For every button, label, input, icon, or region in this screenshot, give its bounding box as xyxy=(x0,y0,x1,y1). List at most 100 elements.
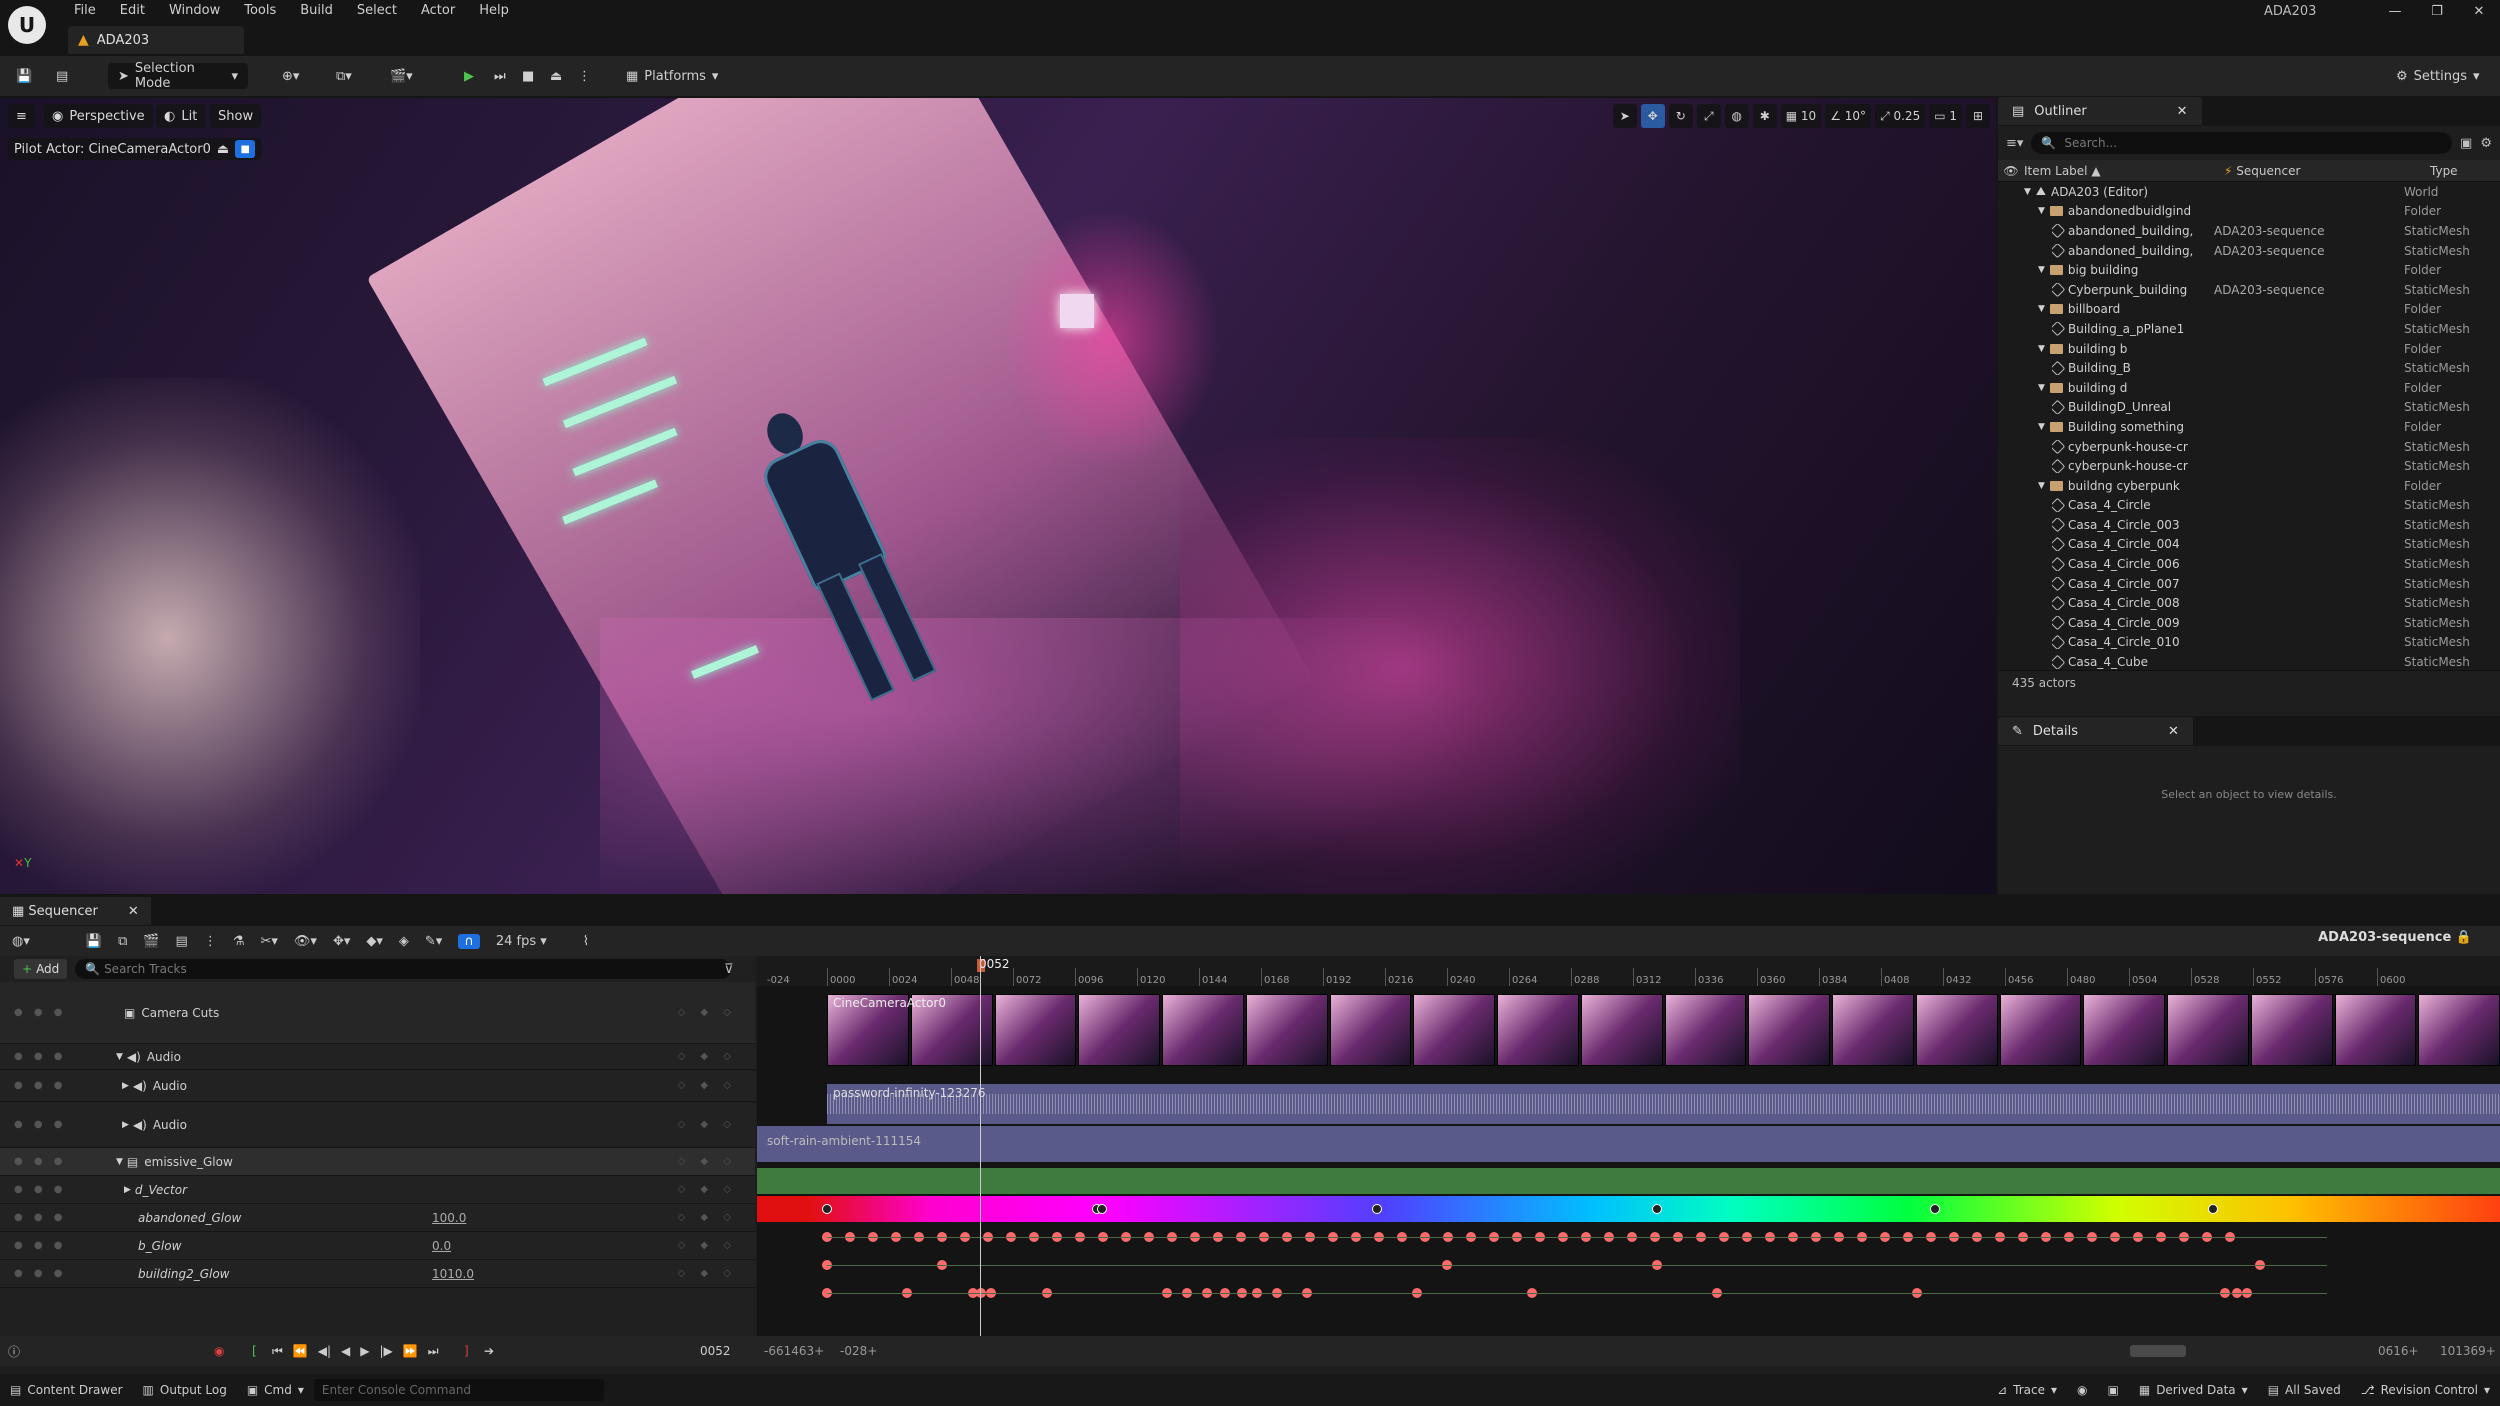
expand-arrow-icon[interactable]: ▼ xyxy=(2024,187,2031,197)
audio-clip-1[interactable]: password-infinity-123276 xyxy=(827,1084,2500,1124)
select-tool-icon[interactable]: ➤ xyxy=(1612,104,1637,128)
outliner-row[interactable]: Casa_4_Circle StaticMesh xyxy=(1998,496,2500,516)
time-ruler[interactable]: -024 0000 0024 0048 0072 0096 0120 0144 0168 0192… xyxy=(757,956,2500,986)
lock-icon[interactable]: ● ● ● xyxy=(14,1156,67,1167)
close-icon[interactable]: ✕ xyxy=(2458,0,2500,22)
track-d-vector[interactable]: ● ● ● ▶ d_Vector ◇ ◆ ◇ xyxy=(0,1176,755,1204)
brush-icon[interactable]: ✎▾ xyxy=(425,934,442,949)
cinematics-button[interactable]: 🎬▾ xyxy=(390,63,413,89)
outliner-row[interactable]: Building_a_pPlane1 StaticMesh xyxy=(1998,319,2500,339)
expand-arrow-icon[interactable]: ▼ xyxy=(2038,304,2045,314)
camera-icon[interactable]: ■ xyxy=(235,140,256,158)
audio-clip-2[interactable]: soft-rain-ambient-111154 xyxy=(757,1126,2500,1162)
document-tab[interactable]: ▲ ADA203 xyxy=(68,26,244,54)
step-back-icon[interactable]: ◀| xyxy=(318,1344,331,1359)
lock-icon[interactable]: ● ● ● xyxy=(14,1080,67,1091)
platforms-button[interactable]: ▦ Platforms ▾ xyxy=(626,63,718,89)
track-audio[interactable]: ● ● ● ▶ ◀) Audio ◇ ◆ ◇ xyxy=(0,1070,755,1102)
outliner-row[interactable]: cyberpunk-house-cr StaticMesh xyxy=(1998,437,2500,457)
expand-arrow-icon[interactable]: ▼ xyxy=(2038,206,2045,216)
content-drawer-button[interactable]: ▤ Content Drawer xyxy=(0,1383,133,1397)
scale-snap-button[interactable]: ⤢ 0.25 xyxy=(1875,104,1926,128)
outliner-row[interactable]: Casa_4_Circle_006 StaticMesh xyxy=(1998,554,2500,574)
key-controls-icon[interactable]: ◇ ◆ ◇ xyxy=(678,1007,737,1018)
outliner-row[interactable]: ▼ ⛰ ADA203 (Editor) World xyxy=(1998,182,2500,202)
outliner-row[interactable]: ▼ buildng cyberpunk Folder xyxy=(1998,476,2500,496)
keyframe[interactable] xyxy=(1097,1204,1107,1214)
timeline-scrollbar[interactable] xyxy=(2130,1345,2186,1357)
screenshot-icon[interactable]: ▣ xyxy=(2098,1383,2129,1397)
expand-arrow-icon[interactable]: ▶ xyxy=(122,1120,129,1130)
lock-icon[interactable]: ● ● ● xyxy=(14,1051,67,1062)
keyframe[interactable] xyxy=(822,1204,832,1214)
expand-arrow-icon[interactable]: ▼ xyxy=(116,1157,123,1167)
blueprint-button[interactable]: ⧉▾ xyxy=(336,63,352,89)
key-controls-icon[interactable]: ◇ ◆ ◇ xyxy=(678,1080,737,1091)
render-movie-icon[interactable]: 🎬 xyxy=(143,934,159,949)
rotate-tool-icon[interactable]: ↻ xyxy=(1668,104,1693,128)
view-start[interactable]: -661463+ xyxy=(764,1344,824,1358)
track-audio[interactable]: ● ● ● ▼ ◀) Audio ◇ ◆ ◇ xyxy=(0,1044,755,1070)
outliner-row[interactable]: Casa_4_Circle_010 StaticMesh xyxy=(1998,633,2500,653)
key-controls-icon[interactable]: ◇ ◆ ◇ xyxy=(678,1119,737,1130)
vector-color-section[interactable] xyxy=(757,1196,2500,1222)
filter-icon[interactable]: ⊽ xyxy=(724,962,734,977)
close-icon[interactable]: ✕ xyxy=(2177,104,2188,119)
directional-light-icon[interactable] xyxy=(1060,294,1094,328)
trace-button[interactable]: ⊿ Trace ▾ xyxy=(1987,1383,2067,1397)
more-options-icon[interactable]: ⋮ xyxy=(204,934,217,949)
viewport-menu-button[interactable]: ≡ xyxy=(8,104,35,128)
add-track-button[interactable]: + Add xyxy=(14,959,68,979)
track-value[interactable]: 1010.0 xyxy=(432,1267,474,1281)
keyframe[interactable] xyxy=(1930,1204,1940,1214)
loop-icon[interactable]: ➔ xyxy=(484,1344,494,1358)
step-icon[interactable]: ⏭ xyxy=(494,63,506,89)
track-audio[interactable]: ● ● ● ▶ ◀) Audio ◇ ◆ ◇ xyxy=(0,1102,755,1148)
stop-icon[interactable]: ■ xyxy=(522,63,534,89)
expand-arrow-icon[interactable]: ▼ xyxy=(116,1052,123,1062)
viewport-layout-icon[interactable]: ⊞ xyxy=(1966,104,1990,128)
camera-cut-clip[interactable] xyxy=(827,994,2500,1066)
track-building2-glow[interactable]: ● ● ● building2_Glow 1010.0 ◇ ◆ ◇ xyxy=(0,1260,755,1288)
go-to-start-icon[interactable]: ⏮ xyxy=(272,1344,283,1359)
lock-icon[interactable]: ● ● ● xyxy=(14,1184,67,1195)
menu-item-tools[interactable]: Tools xyxy=(232,0,288,22)
more-options-icon[interactable]: ⋮ xyxy=(578,63,591,89)
tools-icon[interactable]: ✂▾ xyxy=(261,934,278,949)
view-end[interactable]: 101369+ xyxy=(2440,1344,2496,1358)
outliner-row[interactable]: Casa_4_Cube StaticMesh xyxy=(1998,652,2500,670)
console-input[interactable]: Enter Console Command xyxy=(313,1379,604,1401)
details-tab[interactable]: ✎ Details ✕ xyxy=(1998,717,2193,745)
outliner-row[interactable]: ▼ Building something Folder xyxy=(1998,417,2500,437)
add-folder-icon[interactable]: ▣ xyxy=(2460,136,2472,151)
eject-pilot-icon[interactable]: ⏏ xyxy=(217,142,229,157)
grid-snap-button[interactable]: ▦ 10 xyxy=(1780,104,1822,128)
save-icon[interactable]: 💾 xyxy=(86,934,102,949)
current-frame[interactable]: 0052 xyxy=(700,1344,731,1358)
out-marker-icon[interactable]: ] xyxy=(464,1344,469,1358)
track-abandoned-glow[interactable]: ● ● ● abandoned_Glow 100.0 ◇ ◆ ◇ xyxy=(0,1204,755,1232)
expand-arrow-icon[interactable]: ▼ xyxy=(2038,265,2045,275)
fps-dropdown[interactable]: 24 fps ▾ xyxy=(496,934,547,949)
cinematic-icon[interactable]: ▤ xyxy=(176,934,188,949)
settings-button[interactable]: ⚙ Settings ▾ xyxy=(2396,63,2480,89)
expand-arrow-icon[interactable]: ▶ xyxy=(124,1185,131,1195)
outliner-row[interactable]: Casa_4_Circle_008 StaticMesh xyxy=(1998,593,2500,613)
outliner-tab[interactable]: ▤ Outliner ✕ xyxy=(1998,97,2202,125)
play-icon[interactable]: ▶ xyxy=(360,1344,369,1359)
menu-item-build[interactable]: Build xyxy=(288,0,345,22)
expand-arrow-icon[interactable]: ▼ xyxy=(2038,481,2045,491)
outliner-row[interactable]: ▼ abandonedbuidlgind Folder xyxy=(1998,202,2500,222)
snap-magnet-icon[interactable]: ∩ xyxy=(458,933,480,949)
expand-arrow-icon[interactable]: ▼ xyxy=(2038,422,2045,432)
show-button[interactable]: Show xyxy=(210,104,262,128)
track-emissive-glow[interactable]: ● ● ● ▼ ▤ emissive_Glow ◇ ◆ ◇ xyxy=(0,1148,755,1176)
lock-icon[interactable]: ● ● ● xyxy=(14,1240,67,1251)
outliner-search-input[interactable]: 🔍 Search... xyxy=(2031,132,2453,154)
play-icon[interactable]: ▶ xyxy=(464,63,474,89)
gear-icon[interactable]: ⚙ xyxy=(2480,136,2492,151)
step-forward-key-icon[interactable]: ⏩ xyxy=(403,1344,418,1359)
view-out[interactable]: 0616+ xyxy=(2378,1344,2419,1358)
keyframe[interactable] xyxy=(1652,1204,1662,1214)
menu-item-actor[interactable]: Actor xyxy=(409,0,467,22)
